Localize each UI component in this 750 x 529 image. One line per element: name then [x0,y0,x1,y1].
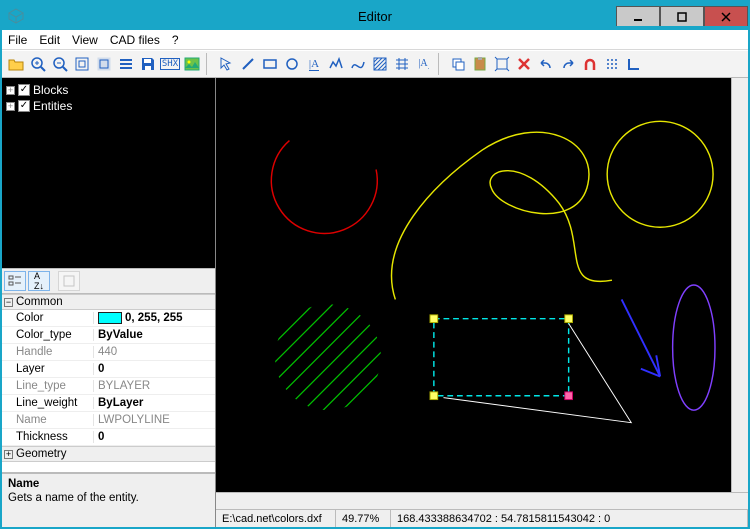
prop-layer[interactable]: Layer 0 [2,361,215,378]
line-icon[interactable] [238,54,258,74]
desc-name: Name [8,478,209,490]
status-coords: 168.433388634702 : 54.7815811543042 : 0 [391,510,748,527]
yellow-spline[interactable] [392,132,612,299]
menu-file[interactable]: File [8,33,27,47]
extents-icon[interactable] [492,54,512,74]
status-bar: E:\cad.net\colors.dxf 49.77% 168.4333886… [216,509,748,527]
zoom-out-icon[interactable] [50,54,70,74]
toolbar-separator [438,53,444,75]
paste-icon[interactable] [470,54,490,74]
mtext-icon[interactable]: |A. [414,54,434,74]
toolbar: SHX |A |A. [2,50,748,78]
rectangle-icon[interactable] [260,54,280,74]
alphabetical-icon[interactable]: AZ↓ [28,271,50,291]
prop-line-weight[interactable]: Line_weight ByLayer [2,395,215,412]
drawing-canvas[interactable] [216,78,748,492]
undo-icon[interactable] [536,54,556,74]
spline-icon[interactable] [348,54,368,74]
hatch-style-icon[interactable] [392,54,412,74]
yellow-circle[interactable] [607,121,713,227]
prop-color-type[interactable]: Color_type ByValue [2,327,215,344]
redo-icon[interactable] [558,54,578,74]
minimize-button[interactable] [616,6,660,26]
ortho-icon[interactable] [624,54,644,74]
window-select-icon[interactable] [94,54,114,74]
menu-edit[interactable]: Edit [39,33,60,47]
fit-view-icon[interactable] [72,54,92,74]
layers-icon[interactable] [116,54,136,74]
hatch-icon[interactable] [370,54,390,74]
prop-color[interactable]: Color 0, 255, 255 [2,310,215,327]
pointer-icon[interactable] [216,54,236,74]
entity-tree[interactable]: + ✓ Blocks + ✓ Entities [2,78,215,268]
delete-icon[interactable] [514,54,534,74]
prop-name[interactable]: Name LWPOLYLINE [2,412,215,429]
horizontal-scrollbar[interactable] [216,492,748,509]
left-panel: + ✓ Blocks + ✓ Entities AZ↓ −Common [2,78,216,527]
maximize-button[interactable] [660,6,704,26]
prop-handle[interactable]: Handle 440 [2,344,215,361]
category-common[interactable]: −Common [2,294,215,310]
menu-help[interactable]: ? [172,33,179,47]
red-arc[interactable] [271,141,377,234]
body: + ✓ Blocks + ✓ Entities AZ↓ −Common [2,78,748,527]
property-pages-icon[interactable] [58,271,80,291]
tree-label: Entities [33,99,72,113]
status-zoom: 49.77% [336,510,391,527]
copy-icon[interactable] [448,54,468,74]
status-path: E:\cad.net\colors.dxf [216,510,336,527]
checkbox[interactable]: ✓ [18,100,30,112]
open-icon[interactable] [6,54,26,74]
app-window: Editor File Edit View CAD files ? SHX |A [0,0,750,529]
save-icon[interactable] [138,54,158,74]
property-description: Name Gets a name of the entity. [2,473,215,527]
selected-rectangle[interactable] [434,319,569,396]
polyline-icon[interactable] [326,54,346,74]
menu-view[interactable]: View [72,33,98,47]
shx-icon[interactable]: SHX [160,54,180,74]
selection-grips[interactable] [430,315,572,400]
green-hatch[interactable] [216,222,453,472]
menu-bar: File Edit View CAD files ? [2,30,748,50]
picture-icon[interactable] [182,54,202,74]
white-polyline[interactable] [443,324,631,423]
title-bar[interactable]: Editor [2,2,748,30]
tree-item-blocks[interactable]: + ✓ Blocks [6,82,211,98]
color-swatch [98,312,122,324]
menu-cadfiles[interactable]: CAD files [110,33,160,47]
tree-label: Blocks [33,83,68,97]
prop-line-type[interactable]: Line_type BYLAYER [2,378,215,395]
purple-ellipse[interactable] [673,285,715,410]
canvas-panel: E:\cad.net\colors.dxf 49.77% 168.4333886… [216,78,748,527]
expand-icon[interactable]: + [6,86,15,95]
tree-item-entities[interactable]: + ✓ Entities [6,98,211,114]
grid-icon[interactable] [602,54,622,74]
property-grid[interactable]: −Common Color 0, 255, 255 Color_type ByV… [2,294,215,473]
expand-icon[interactable]: + [6,102,15,111]
zoom-in-icon[interactable] [28,54,48,74]
checkbox[interactable]: ✓ [18,84,30,96]
window-controls [616,6,748,26]
categorized-icon[interactable] [4,271,26,291]
category-geometry[interactable]: +Geometry [2,446,215,462]
blue-arrow[interactable] [622,299,661,376]
snap-icon[interactable] [580,54,600,74]
text-icon[interactable]: |A [304,54,324,74]
vertical-scrollbar[interactable] [731,78,748,492]
app-icon [8,8,24,24]
prop-thickness[interactable]: Thickness 0 [2,429,215,446]
close-button[interactable] [704,6,748,26]
property-toolbar: AZ↓ [2,268,215,294]
drawing-svg [216,78,748,492]
toolbar-separator [206,53,212,75]
desc-text: Gets a name of the entity. [8,492,209,504]
circle-icon[interactable] [282,54,302,74]
